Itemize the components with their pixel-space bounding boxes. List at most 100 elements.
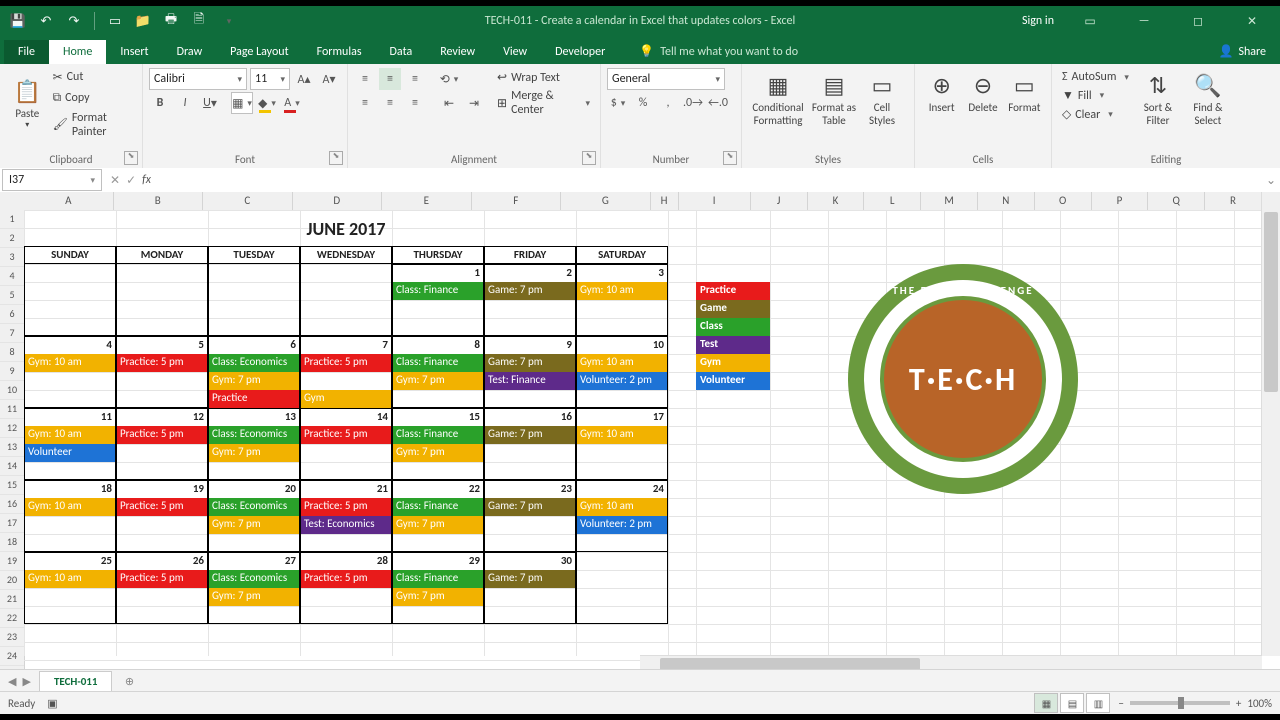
cells-area[interactable]: JUNE 2017SUNDAYMONDAYTUESDAYWEDNESDAYTHU… (24, 210, 1262, 656)
col-header[interactable]: G (561, 192, 651, 210)
expand-formula-bar-icon[interactable]: ⌄ (1262, 173, 1280, 188)
event-cell[interactable]: Volunteer (24, 444, 116, 462)
event-cell[interactable]: Gym: 7 pm (392, 444, 484, 462)
event-cell[interactable]: Volunteer: 2 pm (576, 372, 668, 390)
date-cell[interactable]: 13 (208, 408, 300, 426)
row-header[interactable]: 4 (0, 267, 24, 286)
orientation-icon[interactable]: ⟲ (438, 68, 460, 90)
date-cell[interactable]: 21 (300, 480, 392, 498)
qat-customize-icon[interactable] (217, 11, 237, 31)
clipboard-launcher[interactable]: ⬊ (124, 151, 138, 165)
comma-icon[interactable]: , (657, 92, 679, 114)
date-cell[interactable]: 26 (116, 552, 208, 570)
legend-item[interactable]: Game (696, 300, 770, 318)
event-cell[interactable]: Gym: 7 pm (392, 516, 484, 534)
row-header[interactable]: 6 (0, 305, 24, 324)
zoom-level[interactable]: 100% (1247, 697, 1272, 710)
paste-button[interactable]: 📋 Paste▾ (6, 68, 49, 140)
col-header[interactable]: D (293, 192, 383, 210)
ribbon-options-icon[interactable]: ▭ (1072, 6, 1108, 36)
event-cell[interactable]: Volunteer: 2 pm (576, 516, 668, 534)
vertical-scrollbar[interactable] (1261, 192, 1280, 656)
enter-formula-icon[interactable]: ✓ (126, 173, 136, 188)
format-cells-button[interactable]: ▭Format (1004, 68, 1045, 118)
increase-indent-icon[interactable]: ⇥ (463, 92, 485, 114)
event-cell[interactable]: Gym: 10 am (24, 354, 116, 372)
event-cell[interactable]: Gym: 7 pm (208, 444, 300, 462)
col-header[interactable]: H (651, 192, 679, 210)
event-cell[interactable]: Gym: 7 pm (208, 516, 300, 534)
event-cell[interactable]: Test: Finance (484, 372, 576, 390)
col-header[interactable]: E (382, 192, 472, 210)
row-header[interactable]: 10 (0, 381, 24, 400)
font-name-combo[interactable]: Calibri (149, 68, 247, 90)
col-header[interactable]: O (1035, 192, 1092, 210)
date-cell[interactable]: 19 (116, 480, 208, 498)
macro-record-icon[interactable]: ▣ (47, 697, 57, 710)
open-icon[interactable]: 📁 (133, 11, 153, 31)
cell-styles-button[interactable]: ▭Cell Styles (860, 68, 904, 131)
conditional-formatting-button[interactable]: ▦Conditional Formatting (748, 68, 808, 131)
event-cell[interactable]: Practice: 5 pm (300, 426, 392, 444)
row-header[interactable]: 17 (0, 514, 24, 533)
sheet-tab-active[interactable]: TECH-011 (39, 671, 113, 691)
event-cell[interactable]: Gym: 10 am (24, 570, 116, 588)
date-cell[interactable]: 1 (392, 264, 484, 282)
row-header[interactable]: 24 (0, 647, 24, 666)
delete-cells-button[interactable]: ⊖Delete (962, 68, 1003, 118)
tab-draw[interactable]: Draw (163, 40, 217, 64)
align-top-icon[interactable]: ≡ (354, 68, 376, 90)
event-cell[interactable]: Practice: 5 pm (116, 426, 208, 444)
tab-view[interactable]: View (489, 40, 541, 64)
page-break-view-icon[interactable]: ▥ (1086, 693, 1110, 713)
cut-button[interactable]: ✂Cut (49, 68, 136, 87)
align-center-icon[interactable]: ≡ (379, 92, 401, 114)
insert-cells-button[interactable]: ⊕Insert (921, 68, 962, 118)
event-cell[interactable]: Class: Economics (208, 570, 300, 588)
col-header[interactable]: C (203, 192, 293, 210)
font-launcher[interactable]: ⬊ (329, 151, 343, 165)
row-header[interactable]: 1 (0, 210, 24, 229)
date-cell[interactable]: 2 (484, 264, 576, 282)
sort-filter-button[interactable]: ⇅Sort & Filter (1133, 68, 1183, 131)
row-header[interactable]: 21 (0, 590, 24, 609)
event-cell[interactable]: Game: 7 pm (484, 498, 576, 516)
event-cell[interactable]: Class: Economics (208, 354, 300, 372)
event-cell[interactable]: Gym: 10 am (576, 282, 668, 300)
copy-button[interactable]: ⧉Copy (49, 89, 136, 107)
tab-page-layout[interactable]: Page Layout (216, 40, 302, 64)
date-cell[interactable]: 5 (116, 336, 208, 354)
currency-icon[interactable]: $ (607, 92, 629, 114)
date-cell[interactable]: 9 (484, 336, 576, 354)
font-size-combo[interactable]: 11 (250, 68, 290, 90)
redo-icon[interactable]: ↷ (64, 11, 84, 31)
row-header[interactable]: 18 (0, 533, 24, 552)
event-cell[interactable]: Gym: 7 pm (392, 372, 484, 390)
date-cell[interactable]: 20 (208, 480, 300, 498)
new-icon[interactable]: ▭ (105, 11, 125, 31)
event-cell[interactable]: Practice: 5 pm (300, 498, 392, 516)
undo-icon[interactable]: ↶ (36, 11, 56, 31)
date-cell[interactable]: 18 (24, 480, 116, 498)
alignment-launcher[interactable]: ⬊ (582, 151, 596, 165)
tab-formulas[interactable]: Formulas (303, 40, 376, 64)
col-header[interactable]: I (679, 192, 751, 210)
date-cell[interactable]: 29 (392, 552, 484, 570)
zoom-in-icon[interactable]: + (1236, 697, 1241, 710)
col-header[interactable]: K (808, 192, 865, 210)
row-header[interactable]: 15 (0, 476, 24, 495)
sheet-nav-next-icon[interactable]: ▶ (22, 675, 30, 688)
date-cell[interactable]: 17 (576, 408, 668, 426)
event-cell[interactable]: Class: Economics (208, 426, 300, 444)
event-cell[interactable]: Game: 7 pm (484, 354, 576, 372)
event-cell[interactable]: Test: Economics (300, 516, 392, 534)
row-headers[interactable]: 1234567891011121314151617181920212223242… (0, 210, 25, 674)
col-header[interactable]: B (114, 192, 204, 210)
event-cell[interactable]: Class: Finance (392, 282, 484, 300)
date-cell[interactable]: 15 (392, 408, 484, 426)
row-header[interactable]: 2 (0, 229, 24, 248)
event-cell[interactable]: Practice: 5 pm (116, 354, 208, 372)
date-cell[interactable]: 11 (24, 408, 116, 426)
percent-icon[interactable]: % (632, 92, 654, 114)
page-layout-view-icon[interactable]: ▤ (1060, 693, 1084, 713)
